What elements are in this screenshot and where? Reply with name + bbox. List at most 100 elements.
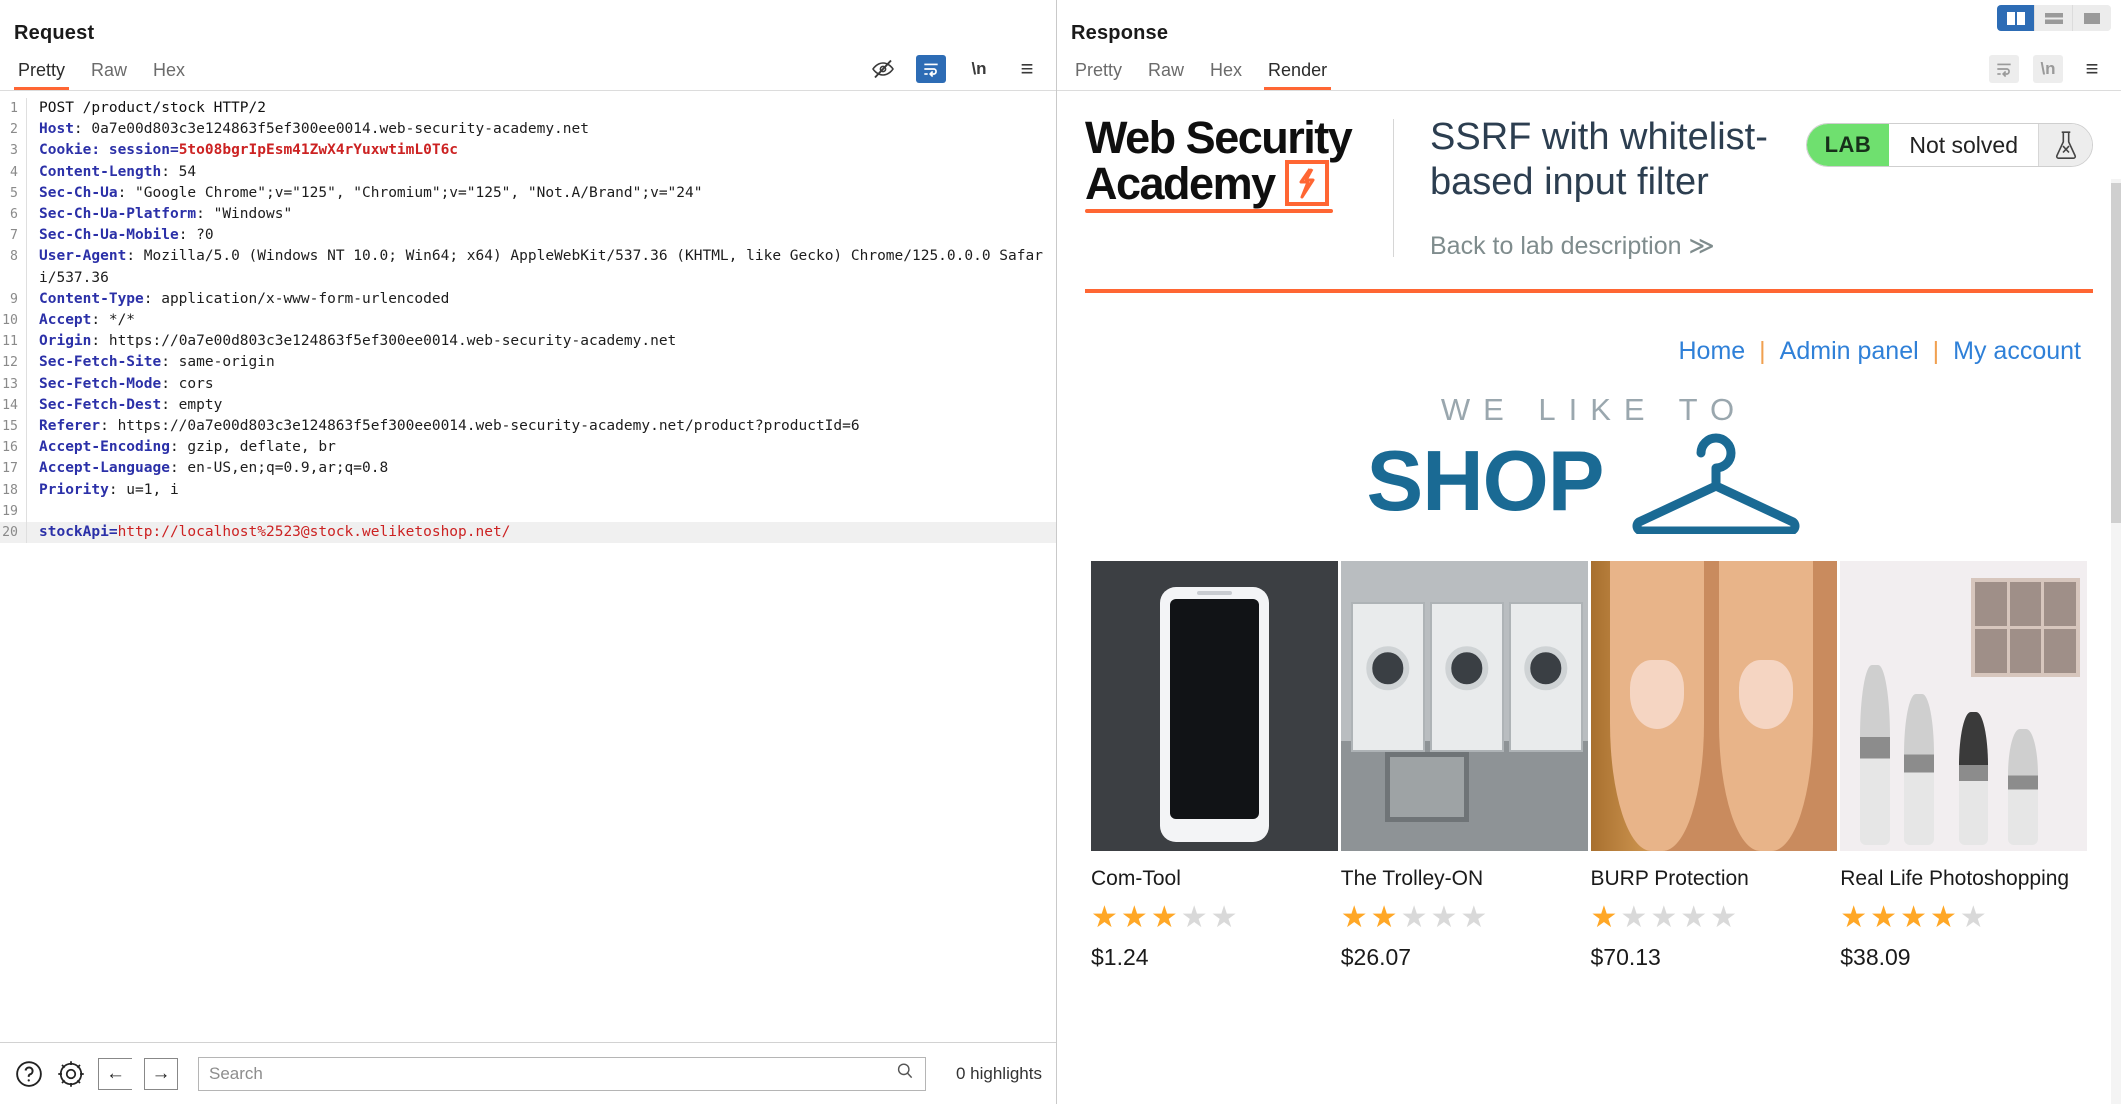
tab-response-hex[interactable]: Hex: [1206, 60, 1264, 90]
banner-shop-word: SHOP: [1366, 433, 1605, 529]
search-input[interactable]: [209, 1063, 895, 1084]
logo-line-1: Web Security: [1085, 112, 1353, 163]
response-toolbar-icons: \n ≡: [1989, 55, 2107, 83]
nav-link-my-account[interactable]: My account: [1953, 337, 2081, 366]
product-rating-stars: ★★★★★: [1840, 903, 2087, 933]
star-empty-icon: ★: [1710, 901, 1741, 934]
tab-response-pretty[interactable]: Pretty: [1071, 60, 1144, 90]
request-line: 16 Accept-Encoding: gzip, deflate, br: [0, 437, 1056, 459]
layout-toggle-group: [1997, 5, 2111, 31]
request-line: 13 Sec-Fetch-Mode: cors: [0, 373, 1056, 395]
logo-line-2: Academy: [1085, 157, 1276, 209]
star-filled-icon: ★: [1929, 901, 1960, 934]
product-name[interactable]: Real Life Photoshopping: [1840, 867, 2087, 891]
side-by-side-layout-button[interactable]: [1997, 5, 2035, 31]
product-item[interactable]: The Trolley-ON ★★★★★ $26.07: [1341, 851, 1588, 971]
request-line-text: Priority: u=1, i: [39, 481, 179, 498]
product-rating-stars: ★★★★★: [1091, 903, 1338, 933]
newline-icon[interactable]: \n: [964, 55, 994, 83]
web-security-academy-logo: Web Security Academy: [1085, 115, 1393, 213]
line-number: 18: [2, 482, 18, 498]
lab-header: Web Security Academy SSRF with whitelist…: [1057, 91, 2121, 261]
newline-icon[interactable]: \n: [2033, 55, 2063, 83]
star-filled-icon: ★: [1120, 901, 1151, 934]
product-item[interactable]: Real Life Photoshopping ★★★★★ $38.09: [1840, 851, 2087, 971]
request-line-text: Accept-Encoding: gzip, deflate, br: [39, 439, 336, 456]
tab-request-pretty[interactable]: Pretty: [14, 60, 87, 90]
search-forward-button[interactable]: →: [144, 1057, 178, 1090]
request-line: 18 Priority: u=1, i: [0, 479, 1056, 501]
request-line: 4 Content-Length: 54: [0, 161, 1056, 183]
tab-response-render[interactable]: Render: [1264, 60, 1349, 90]
lab-status-badge[interactable]: LAB Not solved: [1805, 123, 2093, 167]
product-item[interactable]: BURP Protection ★★★★★ $70.13: [1591, 851, 1838, 971]
product-price: $38.09: [1840, 944, 1911, 970]
back-to-lab-description-link[interactable]: Back to lab description ≫: [1430, 231, 1806, 261]
response-tabs: Pretty Raw Hex Render \n ≡: [1057, 45, 2121, 91]
word-wrap-icon[interactable]: [1989, 55, 2019, 83]
request-line: 20 stockApi=http://localhost%2523@stock.w…: [0, 522, 1056, 544]
search-box[interactable]: [198, 1056, 926, 1091]
stacked-layout-button[interactable]: [2035, 5, 2073, 31]
product-name[interactable]: Com-Tool: [1091, 867, 1338, 891]
nav-link-home[interactable]: Home: [1678, 337, 1745, 366]
request-line-text: Sec-Ch-Ua-Platform: "Windows": [39, 206, 293, 223]
request-line: 11 Origin: https://0a7e00d803c3e124863f5e…: [0, 331, 1056, 353]
hamburger-menu-icon[interactable]: ≡: [2077, 55, 2107, 83]
line-number: 19: [2, 503, 18, 519]
site-navigation: Home | Admin panel | My account: [1057, 293, 2121, 366]
product-rating-stars: ★★★★★: [1341, 903, 1588, 933]
question-circle-icon[interactable]: [14, 1059, 44, 1089]
nav-link-admin-panel[interactable]: Admin panel: [1780, 337, 1919, 366]
line-number: 20: [2, 525, 18, 541]
star-filled-icon: ★: [1870, 901, 1901, 934]
gear-icon[interactable]: [56, 1059, 86, 1089]
tab-response-raw[interactable]: Raw: [1144, 60, 1206, 90]
word-wrap-icon[interactable]: [916, 55, 946, 83]
scrollbar-thumb[interactable]: [2111, 183, 2121, 523]
search-back-button[interactable]: ←: [98, 1057, 132, 1090]
request-line-text: Content-Type: application/x-www-form-url…: [39, 290, 450, 307]
request-line: 12 Sec-Fetch-Site: same-origin: [0, 352, 1056, 374]
magnifier-icon[interactable]: [895, 1061, 915, 1086]
star-filled-icon: ★: [1150, 901, 1181, 934]
line-number: 15: [2, 419, 18, 435]
product-image-strip: [1091, 561, 2087, 851]
line-number: 17: [2, 461, 18, 477]
product-item[interactable]: Com-Tool ★★★★★ $1.24: [1091, 851, 1338, 971]
request-line-text: Cookie: session=5to08bgrIpEsm41ZwX4rYuxw…: [39, 142, 459, 159]
single-pane-layout-button[interactable]: [2073, 5, 2111, 31]
response-scrollbar[interactable]: [2111, 179, 2121, 1104]
tab-request-hex[interactable]: Hex: [149, 60, 207, 90]
star-empty-icon: ★: [1460, 901, 1491, 934]
lab-state-label: Not solved: [1889, 124, 2038, 166]
product-name[interactable]: BURP Protection: [1591, 867, 1838, 891]
product-price: $70.13: [1590, 944, 1661, 970]
star-filled-icon: ★: [1840, 901, 1871, 934]
tab-request-raw[interactable]: Raw: [87, 60, 149, 90]
request-line-text: Sec-Ch-Ua: "Google Chrome";v="125", "Chr…: [39, 184, 703, 201]
nav-separator: |: [1759, 337, 1766, 365]
request-line-text: Sec-Ch-Ua-Mobile: ?0: [39, 227, 214, 244]
request-line: 17 Accept-Language: en-US,en;q=0.9,ar;q=0…: [0, 458, 1056, 480]
product-name[interactable]: The Trolley-ON: [1341, 867, 1588, 891]
eye-off-icon[interactable]: [868, 55, 898, 83]
request-panel-title: Request: [14, 22, 95, 44]
star-empty-icon: ★: [1959, 901, 1990, 934]
request-line: 19: [0, 500, 1056, 523]
shop-banner: WE LIKE TO SHOP: [1057, 392, 2121, 539]
line-number: 2: [10, 122, 18, 138]
request-toolbar-icons: \n ≡: [868, 55, 1042, 83]
product-price: $1.24: [1091, 944, 1149, 970]
request-line: 5 Sec-Ch-Ua: "Google Chrome";v="125", "Ch…: [0, 182, 1056, 205]
line-number: 6: [10, 207, 18, 223]
request-editor[interactable]: 1 POST /product/stock HTTP/2 2 Host: 0a7e00…: [0, 91, 1056, 1042]
request-line-text: [27, 501, 1056, 522]
star-empty-icon: ★: [1430, 901, 1461, 934]
product-rating-stars: ★★★★★: [1591, 903, 1838, 933]
request-tabs: Pretty Raw Hex \n ≡: [0, 45, 1056, 91]
lab-tag-label: LAB: [1806, 124, 1890, 166]
line-number: 12: [2, 355, 18, 371]
hamburger-menu-icon[interactable]: ≡: [1012, 55, 1042, 83]
request-line-text: Host: 0a7e00d803c3e124863f5ef300ee0014.w…: [39, 121, 589, 138]
